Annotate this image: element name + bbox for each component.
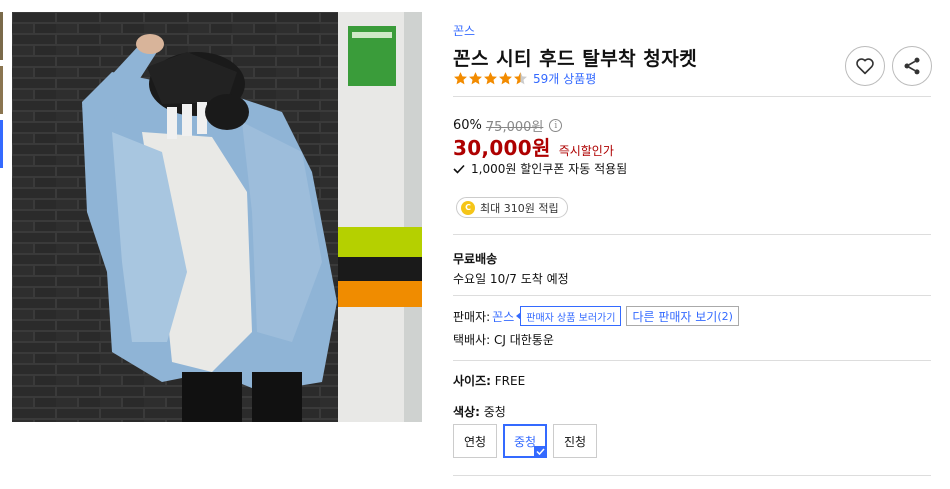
coupon-text: 1,000원 할인쿠폰 자동 적용됨 bbox=[471, 162, 628, 176]
color-row: 색상: 중청 bbox=[453, 403, 506, 420]
other-sellers-button[interactable]: 다른 판매자 보기 (2) bbox=[626, 306, 739, 326]
check-icon bbox=[453, 164, 465, 174]
courier-info: 택배사: CJ 대한통운 bbox=[453, 333, 554, 347]
divider bbox=[453, 234, 931, 235]
reward-point-badge: C 최대 310원 적립 bbox=[456, 197, 568, 218]
size-label: 사이즈: bbox=[453, 374, 491, 388]
review-count-link[interactable]: 59개 상품평 bbox=[533, 70, 596, 87]
share-icon bbox=[904, 57, 920, 75]
star-icon bbox=[499, 72, 512, 85]
seller-products-button[interactable]: 판매자 상품 보러가기 bbox=[516, 306, 622, 326]
color-options: 연청 중청 진청 bbox=[453, 424, 597, 458]
divider bbox=[453, 360, 931, 361]
thumbnail-1[interactable] bbox=[0, 12, 3, 60]
shipping-title: 무료배송 bbox=[453, 252, 498, 266]
divider bbox=[453, 475, 931, 476]
share-button[interactable] bbox=[892, 46, 932, 86]
seller-name-link[interactable]: 꼰스 bbox=[492, 308, 514, 325]
color-option-label: 연청 bbox=[463, 434, 487, 449]
product-title: 꼰스 시티 후드 탈부착 청자켓 bbox=[453, 48, 698, 70]
color-option-medium-selected[interactable]: 중청 bbox=[503, 424, 547, 458]
star-icon bbox=[484, 72, 497, 85]
color-option-dark[interactable]: 진청 bbox=[553, 424, 597, 458]
coin-icon: C bbox=[461, 200, 475, 215]
instant-discount-label: 즉시할인가 bbox=[558, 144, 614, 158]
other-sellers-label: 다른 판매자 보기 bbox=[632, 309, 718, 324]
other-sellers-count: (2) bbox=[717, 309, 733, 323]
color-option-label: 진청 bbox=[563, 434, 587, 449]
color-label: 색상: bbox=[453, 405, 480, 419]
divider bbox=[453, 295, 931, 296]
coupon-row: 1,000원 할인쿠폰 자동 적용됨 bbox=[453, 160, 627, 177]
info-icon[interactable]: i bbox=[549, 119, 563, 132]
size-row: 사이즈: FREE bbox=[453, 372, 525, 389]
wishlist-button[interactable] bbox=[845, 46, 885, 86]
divider bbox=[453, 96, 931, 97]
arrival-date: 수요일 10/7 도착 예정 bbox=[453, 272, 569, 286]
price-row: 30,000원 즉시할인가 bbox=[453, 132, 614, 161]
selected-check-icon bbox=[534, 446, 546, 457]
thumbnail-3-active[interactable] bbox=[0, 120, 3, 168]
thumbnail-strip bbox=[0, 12, 3, 172]
color-option-light[interactable]: 연청 bbox=[453, 424, 497, 458]
seller-row: 판매자: 꼰스 판매자 상품 보러가기 다른 판매자 보기 (2) bbox=[453, 306, 739, 326]
point-text: 최대 310원 적립 bbox=[480, 201, 559, 215]
discount-rate: 60% bbox=[453, 118, 482, 133]
color-option-label: 중청 bbox=[513, 434, 537, 449]
star-icon bbox=[469, 72, 482, 85]
heart-icon bbox=[856, 58, 874, 75]
sale-price: 30,000원 bbox=[453, 136, 551, 160]
star-icon bbox=[454, 72, 467, 85]
brand-link[interactable]: 꼰스 bbox=[453, 22, 475, 39]
rating-row: 59개 상품평 bbox=[453, 70, 596, 87]
color-value: 중청 bbox=[483, 405, 506, 419]
star-half-icon bbox=[514, 72, 527, 85]
product-photo-illustration bbox=[12, 12, 422, 422]
size-value: FREE bbox=[494, 374, 526, 388]
star-rating bbox=[453, 71, 528, 86]
seller-label: 판매자: bbox=[453, 309, 491, 324]
thumbnail-2[interactable] bbox=[0, 66, 3, 114]
product-main-image bbox=[12, 12, 422, 422]
